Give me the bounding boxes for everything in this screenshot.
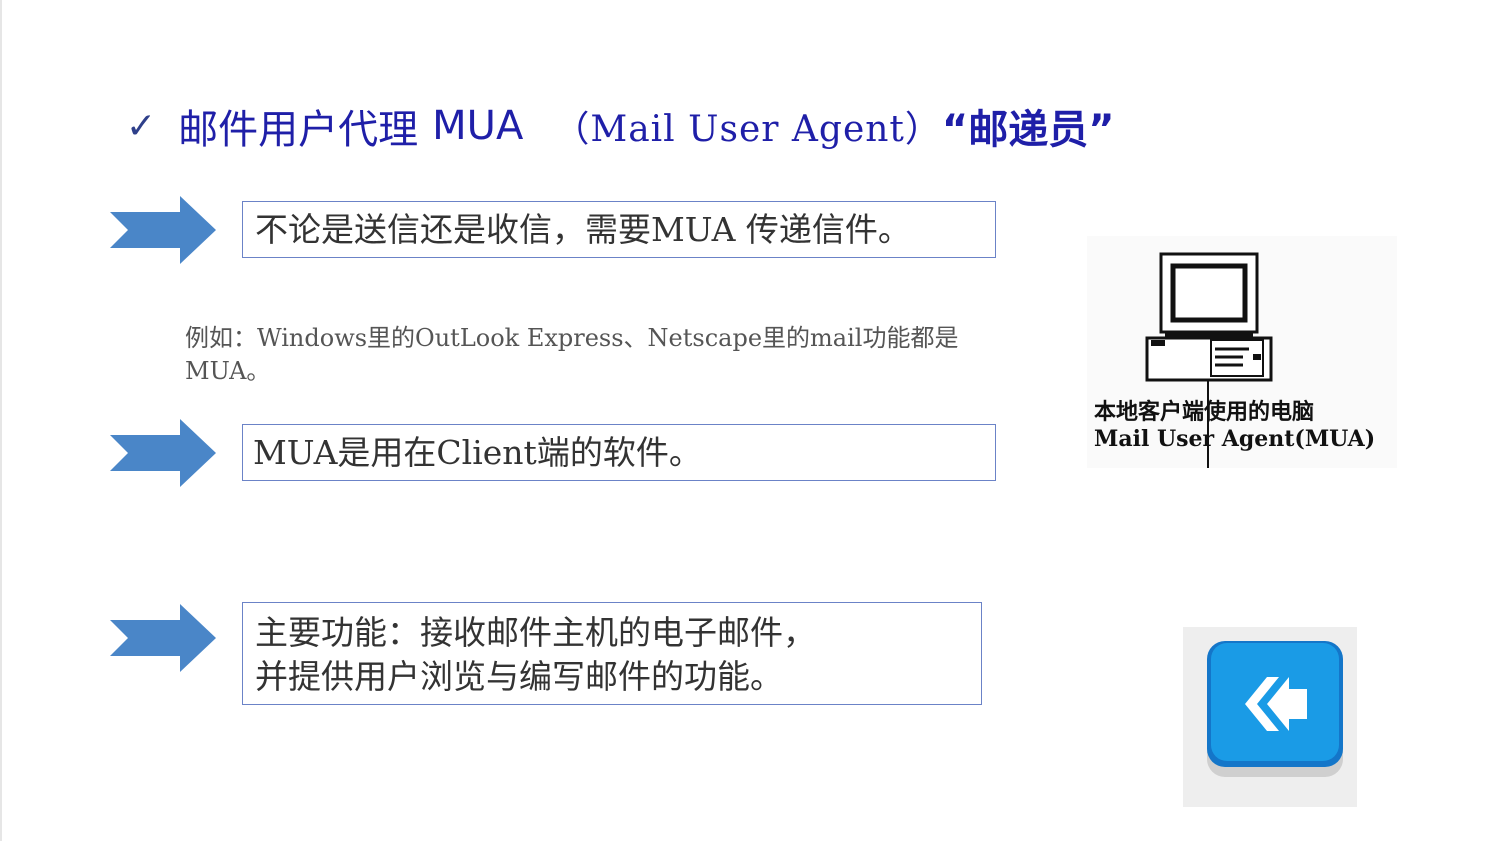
check-icon: ✓ — [126, 105, 157, 147]
back-arrow-icon — [1207, 641, 1343, 777]
back-button[interactable] — [1183, 627, 1357, 807]
right-arrow-icon — [110, 604, 216, 672]
example-text: 例如：Windows里的OutLook Express、Netscape里的ma… — [185, 324, 959, 385]
right-arrow-icon — [110, 196, 216, 264]
title-quote: “邮递员” — [941, 107, 1115, 153]
point-box-2: MUA是用在Client端的软件。 — [242, 424, 996, 481]
slide-title: ✓ 邮件用户代理 MUA （Mail User Agent） “邮递员” — [126, 96, 1114, 156]
right-arrow-icon — [110, 419, 216, 487]
point-text-3-line1: 主要功能：接收邮件主机的电子邮件， — [255, 613, 816, 652]
title-en: MUA — [432, 103, 524, 149]
point-text-2: MUA是用在Client端的软件。 — [253, 433, 702, 472]
figure-caption-line1: 本地客户端使用的电脑 — [1094, 399, 1315, 425]
title-cn: 邮件用户代理 — [178, 107, 419, 153]
point-box-1: 不论是送信还是收信，需要MUA 传递信件。 — [242, 201, 996, 258]
point-text-3-line2: 并提供用户浏览与编写邮件的功能。 — [255, 657, 783, 696]
title-paren: （Mail User Agent） — [553, 109, 942, 150]
point-text-1: 不论是送信还是收信，需要MUA 传递信件。 — [255, 210, 911, 249]
figure-caption-line2: Mail User Agent(MUA) — [1094, 426, 1376, 452]
point-box-3: 主要功能：接收邮件主机的电子邮件， 并提供用户浏览与编写邮件的功能。 — [242, 602, 982, 705]
slide: ✓ 邮件用户代理 MUA （Mail User Agent） “邮递员” 不论是… — [0, 0, 1502, 841]
